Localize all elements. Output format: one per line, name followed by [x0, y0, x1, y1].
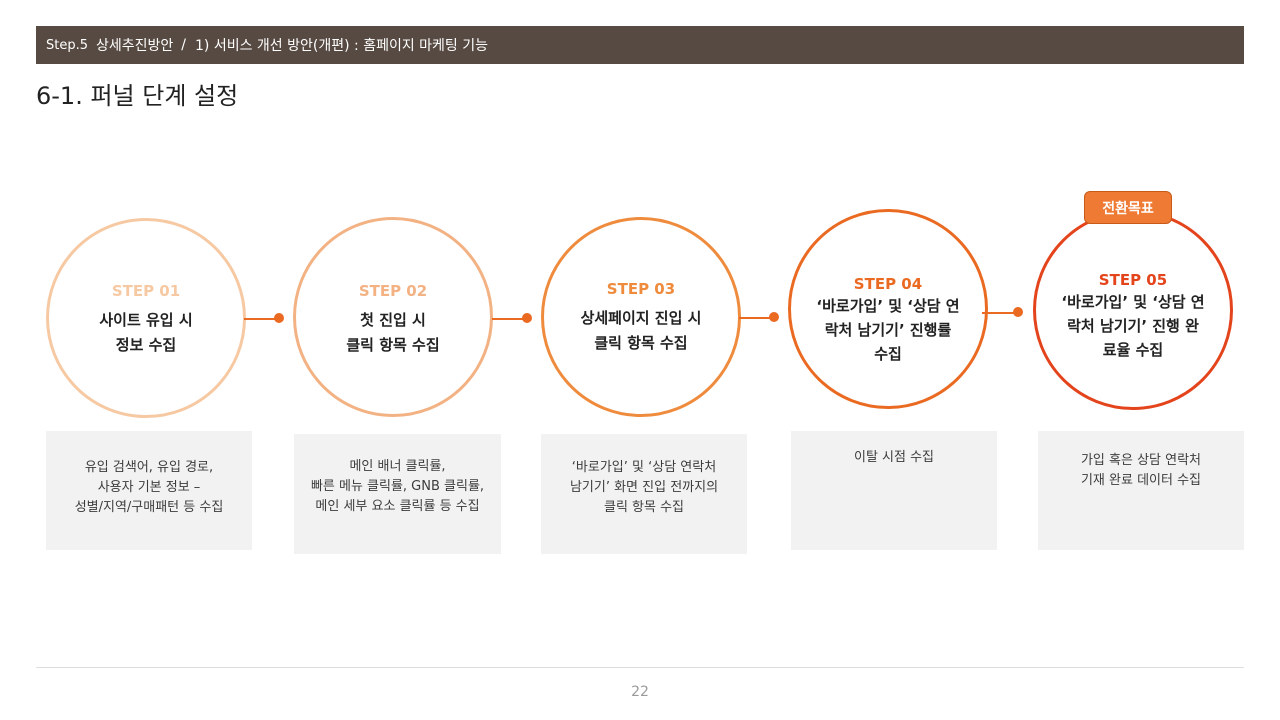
step-text-4: STEP 04 ‘바로가입’ 및 ‘상담 연 락처 남기기’ 진행률 수집: [816, 274, 959, 366]
goal-badge: 전환목표: [1084, 191, 1172, 224]
detail-3-line-3: 클릭 항목 수집: [603, 500, 685, 515]
step-label-1: STEP 01: [111, 282, 181, 300]
connector-dot-2: [522, 313, 532, 323]
connector-dot-3: [769, 312, 779, 322]
step-desc-3: 상세페이지 진입 시 클릭 항목 수집: [581, 306, 702, 356]
detail-1-line-1: 유입 검색어, 유입 경로,: [84, 460, 214, 475]
step-desc-2: 첫 진입 시 클릭 항목 수집: [346, 308, 439, 358]
step-desc-3-line-2: 클릭 항목 수집: [594, 334, 688, 352]
header-section: 상세추진방안: [96, 38, 174, 54]
detail-3-line-1: ‘바로가입’ 및 ‘상담 연락처: [571, 460, 717, 475]
detail-2-line-3: 메인 세부 요소 클릭률 등 수집: [315, 499, 480, 514]
step-desc-5-line-3: 료율 수집: [1102, 341, 1164, 359]
page-number: 22: [631, 684, 649, 700]
step-desc-5: ‘바로가입’ 및 ‘상담 연 락처 남기기’ 진행 완 료율 수집: [1061, 290, 1204, 362]
detail-2-line-2: 빠른 메뉴 클릭률, GNB 클릭률,: [310, 479, 485, 494]
step-desc-2-line-2: 클릭 항목 수집: [346, 336, 440, 354]
connector-dot-1: [274, 313, 284, 323]
detail-2-line-1: 메인 배너 클릭률,: [349, 459, 446, 474]
header-bar: Step.5 상세추진방안 / 1) 서비스 개선 방안(개편) : 홈페이지 …: [36, 26, 1244, 64]
connector-line-2: [492, 318, 526, 320]
header-separator: /: [181, 37, 187, 53]
step-text-5: STEP 05 ‘바로가입’ 및 ‘상담 연 락처 남기기’ 진행 완 료율 수…: [1061, 270, 1204, 362]
step-text-1: STEP 01 사이트 유입 시 정보 수집: [99, 281, 192, 358]
detail-5-line-1: 가입 혹은 상담 연락처: [1080, 453, 1202, 468]
detail-4-line-1: 이탈 시점 수집: [853, 450, 935, 465]
detail-box-2: 메인 배너 클릭률, 빠른 메뉴 클릭률, GNB 클릭률, 메인 세부 요소 …: [294, 434, 501, 554]
step-label-4: STEP 04: [853, 275, 923, 293]
step-desc-1-line-2: 정보 수집: [115, 336, 177, 354]
step-label-2: STEP 02: [358, 282, 428, 300]
connector-line-1: [244, 318, 278, 320]
step-desc-1-line-1: 사이트 유입 시: [99, 311, 193, 329]
footer-divider: [36, 667, 1244, 668]
detail-5-line-2: 기재 완료 데이터 수집: [1080, 473, 1202, 488]
detail-box-4: 이탈 시점 수집: [791, 431, 997, 550]
step-desc-4-line-1: ‘바로가입’ 및 ‘상담 연: [816, 297, 960, 315]
detail-1-line-2: 사용자 기본 정보 –: [97, 480, 201, 495]
detail-box-1: 유입 검색어, 유입 경로, 사용자 기본 정보 – 성별/지역/구매패턴 등 …: [46, 431, 252, 550]
step-desc-2-line-1: 첫 진입 시: [360, 311, 426, 329]
connector-dot-4: [1013, 307, 1023, 317]
step-desc-4-line-3: 수집: [874, 345, 902, 363]
step-text-3: STEP 03 상세페이지 진입 시 클릭 항목 수집: [581, 279, 702, 356]
header-subtitle: 1) 서비스 개선 방안(개편) : 홈페이지 마케팅 기능: [195, 38, 489, 54]
page-title: 6-1. 퍼널 단계 설정: [36, 82, 239, 110]
connector-line-4: [982, 312, 1017, 314]
step-desc-4: ‘바로가입’ 및 ‘상담 연 락처 남기기’ 진행률 수집: [816, 294, 959, 366]
detail-3-line-2: 남기기’ 화면 진입 전까지의: [569, 480, 719, 495]
step-desc-4-line-2: 락처 남기기’ 진행률: [824, 321, 952, 339]
step-desc-1: 사이트 유입 시 정보 수집: [99, 308, 192, 358]
step-desc-5-line-1: ‘바로가입’ 및 ‘상담 연: [1061, 293, 1205, 311]
header-step: Step.5: [46, 37, 89, 53]
step-text-2: STEP 02 첫 진입 시 클릭 항목 수집: [346, 281, 439, 358]
detail-box-5: 가입 혹은 상담 연락처 기재 완료 데이터 수집: [1038, 431, 1244, 550]
step-label-5: STEP 05: [1098, 271, 1168, 289]
step-desc-3-line-1: 상세페이지 진입 시: [580, 309, 702, 327]
detail-box-3: ‘바로가입’ 및 ‘상담 연락처 남기기’ 화면 진입 전까지의 클릭 항목 수…: [541, 434, 747, 554]
step-desc-5-line-2: 락처 남기기’ 진행 완: [1067, 317, 1199, 335]
step-label-3: STEP 03: [606, 280, 676, 298]
detail-1-line-3: 성별/지역/구매패턴 등 수집: [74, 500, 224, 515]
